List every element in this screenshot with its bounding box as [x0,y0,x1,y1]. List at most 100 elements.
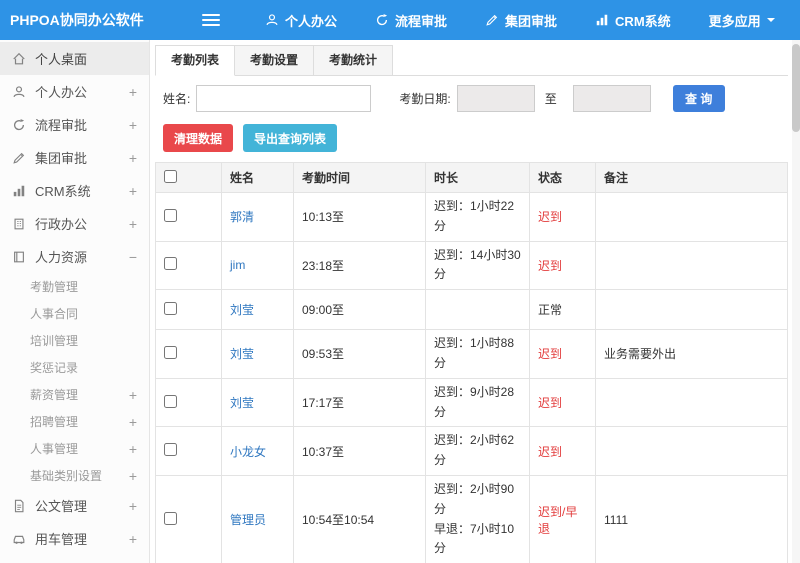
doc-icon [12,499,27,513]
tab-attendance-list[interactable]: 考勤列表 [155,45,236,76]
date-from-input[interactable] [456,85,535,112]
attendance-time-cell: 09:53至 [293,329,426,379]
row-checkbox-cell [155,377,222,428]
expand-icon[interactable]: + [129,184,137,198]
expand-icon[interactable]: + [129,118,137,132]
duration-line: 早退：7小时10分 [434,521,515,556]
sidebar-subitem[interactable]: 考勤管理 [0,273,149,300]
sidebar-subitem[interactable]: 培训管理 [0,327,149,354]
scrollbar-thumb[interactable] [792,44,800,132]
chart-icon [12,184,27,198]
row-checkbox[interactable] [164,301,177,315]
table-row: 刘莹 09:00至 正常 [155,289,788,331]
topnav-item-2[interactable]: 流程审批 [356,0,466,40]
select-all-checkbox[interactable] [164,169,177,183]
employee-name-link[interactable]: 郭清 [230,210,254,224]
topnav-item-1[interactable]: 个人办公 [246,0,356,40]
sidebar-subitem-label: 招聘管理 [30,415,79,429]
expand-icon[interactable]: + [129,469,137,483]
row-checkbox[interactable] [164,345,177,359]
topnav-item-3[interactable]: 集团审批 [466,0,576,40]
name-filter-input[interactable] [196,85,372,112]
employee-name-link[interactable]: 刘莹 [230,396,254,410]
sidebar-subitem[interactable]: 基础类别设置 + [0,462,149,489]
menu-toggle-icon[interactable] [202,14,220,26]
name-cell: 管理员 [221,474,294,563]
search-button[interactable]: 查 询 [672,85,725,112]
row-checkbox-cell [155,240,222,291]
user-icon [12,85,27,99]
name-cell: 刘莹 [221,329,294,379]
col-header-time: 考勤时间 [293,162,426,193]
expand-icon[interactable]: + [129,85,137,99]
sidebar-subitem-label: 培训管理 [30,334,79,348]
date-to-input[interactable] [572,85,651,112]
name-cell: 郭清 [221,192,294,242]
sidebar-item-label: 公文管理 [35,499,88,514]
expand-icon[interactable]: + [129,151,137,165]
status-badge: 迟到 [538,258,563,273]
expand-icon[interactable]: + [129,499,137,513]
expand-icon[interactable]: + [129,388,137,402]
sidebar-subitem-label: 考勤管理 [30,280,79,294]
row-checkbox[interactable] [164,511,177,525]
topnav-item-4[interactable]: CRM系统 [576,0,690,40]
duration-line: 迟到：2小时62分 [434,433,515,468]
duration-line: 迟到：2小时90分 [434,481,515,516]
expand-icon[interactable]: + [129,532,137,546]
chart-icon [595,13,609,27]
employee-name-link[interactable]: 刘莹 [230,347,254,361]
sidebar-item-label: 用车管理 [35,532,88,547]
col-header-status: 状态 [529,162,596,193]
employee-name-link[interactable]: 小龙女 [230,445,266,459]
employee-name-link[interactable]: 刘莹 [230,303,254,317]
sidebar-item-2[interactable]: 个人办公 + [0,75,149,108]
scrollbar[interactable] [792,40,800,563]
sidebar-subitem[interactable]: 招聘管理 + [0,408,149,435]
sidebar-subitem[interactable]: 人事合同 [0,300,149,327]
table-row: 刘莹 17:17至 迟到：9小时28分 迟到 [155,377,788,428]
employee-name-link[interactable]: 管理员 [230,513,266,527]
note-cell [595,240,788,291]
status-badge: 迟到 [538,396,563,411]
sidebar-subitem[interactable]: 薪资管理 + [0,381,149,408]
sidebar-item-4[interactable]: 集团审批 + [0,141,149,174]
select-all-cell [155,162,222,193]
clean-data-button[interactable]: 清理数据 [163,124,234,152]
row-checkbox[interactable] [164,443,177,457]
export-list-button[interactable]: 导出查询列表 [243,124,338,152]
book-icon [12,250,27,264]
filter-row: 姓名: 考勤日期: 至 查 询 [155,76,788,120]
sidebar-subitem[interactable]: 人事管理 + [0,435,149,462]
expand-icon[interactable]: + [129,415,137,429]
sidebar-item-8[interactable]: 公文管理 + [0,489,149,522]
row-checkbox[interactable] [164,394,177,408]
col-header-duration: 时长 [425,162,530,193]
sidebar-item-5[interactable]: CRM系统 + [0,174,149,207]
expand-icon[interactable]: + [129,442,137,456]
col-header-note: 备注 [595,162,788,193]
sidebar-item-3[interactable]: 流程审批 + [0,108,149,141]
note-cell [595,289,788,331]
tab-attendance-stats[interactable]: 考勤统计 [313,45,394,75]
sidebar-item-6[interactable]: 行政办公 + [0,207,149,240]
duration-line: 迟到：9小时28分 [434,384,515,419]
expand-icon[interactable]: + [129,217,137,231]
sidebar-subitem[interactable]: 奖惩记录 [0,354,149,381]
topnav-item-5[interactable]: 更多应用 [690,0,794,40]
status-badge: 正常 [538,303,563,318]
sidebar-item-label: 个人办公 [35,85,88,100]
tab-attendance-settings[interactable]: 考勤设置 [234,45,315,75]
collapse-icon[interactable]: − [129,250,137,264]
attendance-time-cell: 09:00至 [293,289,426,331]
date-range-to-label: 至 [544,92,557,106]
col-header-name: 姓名 [221,162,294,193]
sidebar-item-1[interactable]: 个人桌面 [0,42,149,75]
row-checkbox[interactable] [164,208,177,222]
main-content: 考勤列表 考勤设置 考勤统计 姓名: 考勤日期: 至 查 询 清理数据 导出查询… [150,40,800,563]
employee-name-link[interactable]: jim [230,258,245,272]
row-checkbox[interactable] [164,257,177,271]
name-cell: 小龙女 [221,426,294,476]
sidebar-item-7[interactable]: 人力资源 − [0,240,149,273]
sidebar-item-9[interactable]: 用车管理 + [0,522,149,555]
